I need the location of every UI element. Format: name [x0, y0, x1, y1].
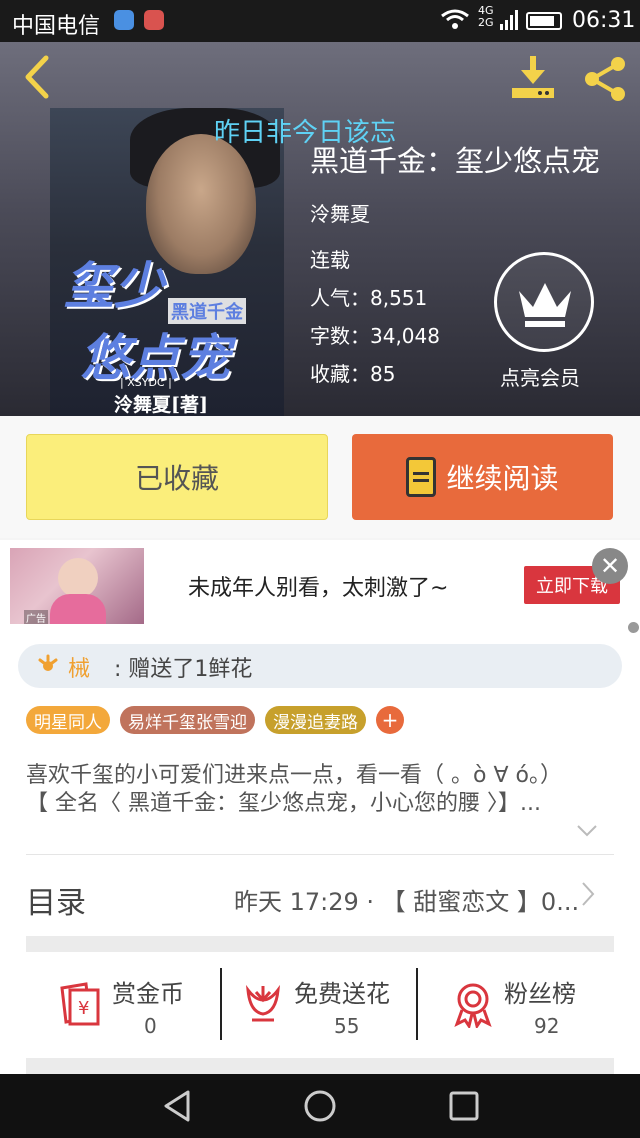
free-flowers-stat[interactable]: 免费送花 55 — [222, 968, 418, 1048]
continue-reading-button[interactable]: 继续阅读 — [352, 434, 613, 520]
book-icon — [406, 457, 437, 497]
ad-text: 未成年人别看，太刺激了~ — [188, 576, 449, 601]
nav-back-icon[interactable] — [160, 1088, 196, 1124]
chevron-right-icon — [582, 882, 595, 906]
book-status: 连载 — [310, 248, 350, 272]
network-2g: 2G — [478, 16, 494, 29]
action-bar: 已收藏 继续阅读 — [0, 416, 640, 538]
section-gap — [26, 936, 614, 952]
cover-imprint: | XSYDC | — [120, 376, 172, 389]
latest-chapter: 昨天 17:29 · 【 甜蜜恋文 】0... — [234, 888, 580, 916]
red-envelope-icon: ¥ — [60, 982, 100, 1026]
fan-ranking-stat[interactable]: 粉丝榜 92 — [418, 968, 614, 1048]
nav-recents-icon[interactable] — [446, 1088, 482, 1124]
back-arrow-icon[interactable] — [18, 52, 58, 102]
battery-icon — [526, 12, 562, 30]
flower-gift-icon — [246, 984, 280, 1022]
svg-text:¥: ¥ — [78, 998, 89, 1019]
clock: 06:31 — [572, 8, 636, 33]
toc-title: 目录 — [26, 886, 86, 921]
book-title: 黑道千金：玺少悠点宠 — [310, 144, 601, 178]
cover-author: 泠舞夏[著] — [114, 394, 208, 416]
location-icon — [114, 10, 134, 30]
cover-title-line1: 玺少 — [64, 256, 164, 315]
book-header: 玺少 黑道千金 悠点宠 | XSYDC | 泠舞夏[著] 昨日非今日该忘 黑道千… — [0, 42, 640, 416]
medal-icon — [454, 983, 492, 1028]
stats-row: ¥ 赏金币 0 免费送花 55 粉丝榜 92 — [26, 968, 614, 1048]
book-description[interactable]: 喜欢千玺的小可爱们进来点一点，看一看（ 。ò ∀ ó。） 【 全名〈 黑道千金：… — [26, 762, 616, 818]
network-type-label: 4G 2G — [478, 5, 494, 29]
stat-label: 赏金币 — [112, 980, 184, 1008]
book-details: 械 : 赠送了1鲜花 明星同人 易烊千玺张雪迎 漫漫追妻路 + 喜欢千玺的小可爱… — [0, 634, 640, 1074]
status-bar: 中国电信 4G 2G 06:31 — [0, 0, 640, 42]
nav-home-icon[interactable] — [302, 1088, 338, 1124]
book-cover[interactable]: 玺少 黑道千金 悠点宠 | XSYDC | 泠舞夏[著] — [50, 108, 284, 416]
gift-text: : 赠送了1鲜花 — [114, 657, 253, 682]
gift-notice[interactable]: 械 : 赠送了1鲜花 — [18, 644, 622, 688]
ad-thumb-body — [50, 594, 106, 624]
gift-user: 械 — [68, 657, 91, 682]
signal-icon — [500, 10, 518, 30]
tag-list: 明星同人 易烊千玺张雪迎 漫漫追妻路 + — [26, 706, 404, 734]
book-favorites: 收藏：85 — [310, 362, 396, 386]
ad-close-icon[interactable]: ✕ — [592, 548, 628, 584]
table-of-contents-row[interactable]: 目录 昨天 17:29 · 【 甜蜜恋文 】0... — [26, 872, 614, 922]
favorited-label: 已收藏 — [134, 462, 219, 495]
system-nav-bar — [0, 1074, 640, 1138]
share-icon[interactable] — [580, 54, 630, 104]
stat-label: 免费送花 — [294, 980, 390, 1008]
ad-tag: 广告 — [24, 610, 48, 624]
vip-button[interactable] — [494, 252, 594, 352]
stat-value: 0 — [144, 1014, 157, 1038]
book-author[interactable]: 泠舞夏 — [310, 198, 370, 227]
add-tag-button[interactable]: + — [376, 706, 404, 734]
divider — [26, 854, 614, 855]
description-line2: 【 全名〈 黑道千金：玺少悠点宠，小心您的腰 〉】... — [26, 791, 541, 816]
carrier-label: 中国电信 — [12, 14, 101, 39]
tag-item[interactable]: 明星同人 — [26, 706, 110, 734]
reward-coins-stat[interactable]: ¥ 赏金币 0 — [26, 968, 222, 1048]
section-gap — [26, 1058, 614, 1074]
ad-banner[interactable]: 广告 未成年人别看，太刺激了~ 立即下载 ✕ — [0, 540, 640, 634]
description-line1: 喜欢千玺的小可爱们进来点一点，看一看（ 。ò ∀ ó。） — [26, 763, 562, 788]
favorited-button[interactable]: 已收藏 — [26, 434, 328, 520]
ad-thumb-head — [58, 558, 98, 598]
tag-item[interactable]: 漫漫追妻路 — [265, 706, 366, 734]
download-icon[interactable] — [508, 54, 558, 102]
crown-icon — [519, 283, 571, 327]
tag-item[interactable]: 易烊千玺张雪迎 — [120, 706, 255, 734]
ad-thumbnail: 广告 — [10, 548, 144, 624]
stat-label: 粉丝榜 — [504, 980, 576, 1008]
book-word-count: 字数：34,048 — [310, 324, 440, 348]
continue-reading-label: 继续阅读 — [446, 462, 559, 495]
app-notification-icon — [144, 10, 164, 30]
wifi-icon — [440, 8, 470, 36]
book-popularity: 人气：8,551 — [310, 286, 428, 310]
flower-icon — [36, 654, 60, 684]
ad-info-icon[interactable] — [628, 622, 639, 633]
stat-value: 92 — [534, 1014, 560, 1038]
stat-value: 55 — [334, 1014, 360, 1038]
expand-chevron-icon[interactable] — [576, 824, 598, 838]
vip-label: 点亮会员 — [500, 366, 580, 390]
